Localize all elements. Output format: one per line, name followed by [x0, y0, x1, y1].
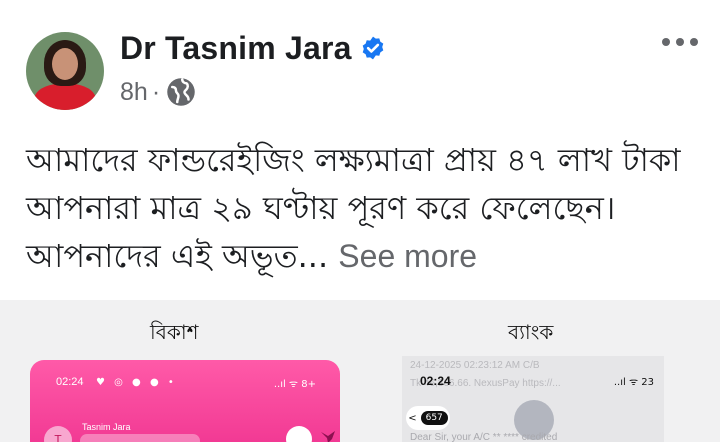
globe-icon[interactable]: [166, 77, 196, 107]
bkash-balance-pill: [80, 434, 200, 442]
bank-ghost-text-3: Dear Sir, your A/C ** **** credited: [410, 432, 558, 442]
bkash-status-time: 02:24: [56, 376, 84, 388]
post-time[interactable]: 8h: [120, 78, 148, 107]
author-name[interactable]: Dr Tasnim Jara: [120, 30, 352, 67]
author-avatar[interactable]: [26, 32, 104, 110]
more-options-icon[interactable]: [662, 38, 698, 46]
bank-back-button: < 657: [406, 406, 450, 430]
bkash-notification-icons: ♥ ◎ ● ● •: [96, 377, 177, 388]
back-chevron-icon: <: [408, 412, 417, 424]
bkash-status-icons: ..ıl ᯤ 8+: [273, 379, 316, 390]
bkash-avatar: T: [44, 426, 72, 442]
bkash-label: বিকাশ: [150, 320, 199, 344]
bank-unread-count: 657: [420, 411, 448, 425]
see-more-link[interactable]: See more: [338, 238, 477, 274]
bank-status-time: 02:24: [420, 374, 451, 388]
bank-ghost-text-1: 24-12-2025 02:23:12 AM C/B: [410, 360, 540, 371]
meta-separator: ·: [151, 77, 161, 106]
author-row: Dr Tasnim Jara: [120, 28, 386, 68]
bank-label: ব্যাংক: [508, 320, 554, 344]
post-meta: 8h ·: [120, 76, 196, 108]
bkash-screenshot: 02:24 ♥ ◎ ● ● • ..ıl ᯤ 8+ T Tasnim Jara: [30, 360, 340, 442]
bkash-account-name: Tasnim Jara: [82, 422, 131, 432]
bank-status-icons: ..ıl ᯤ 23: [613, 377, 654, 388]
search-icon: [286, 426, 312, 442]
bkash-bird-icon: [321, 431, 335, 442]
post-body: আমাদের ফান্ডরেইজিং লক্ষ্যমাত্রা প্রায় ৪…: [26, 136, 706, 280]
bank-screenshot: 24-12-2025 02:23:12 AM C/B Tk 46,366.66.…: [402, 356, 664, 442]
verified-badge-icon: [362, 36, 383, 60]
